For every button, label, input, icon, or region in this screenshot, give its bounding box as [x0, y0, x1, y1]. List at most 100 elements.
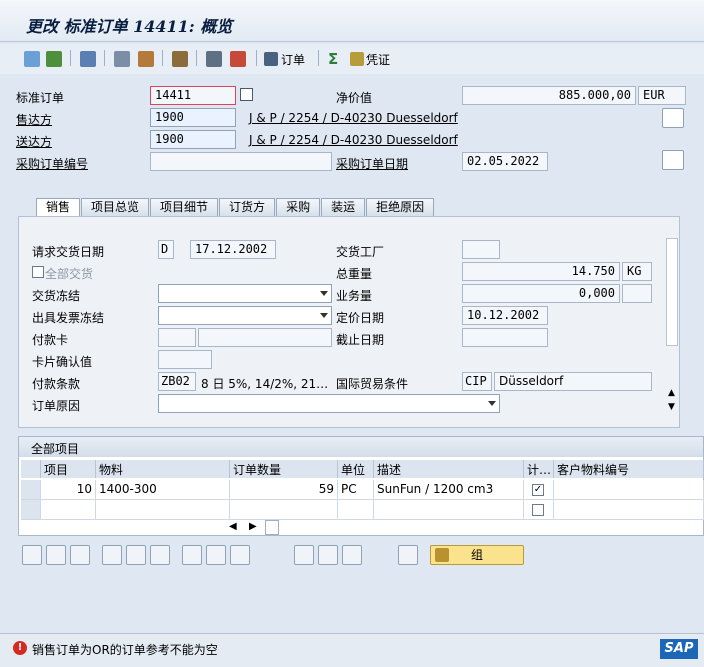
settings-icon[interactable]: [206, 545, 226, 565]
deselect-all-icon[interactable]: [126, 545, 146, 565]
ship-to-field[interactable]: 1900: [150, 130, 236, 149]
table-cell[interactable]: [554, 480, 704, 500]
row-selector[interactable]: [21, 500, 41, 520]
cutoff-field[interactable]: [462, 328, 548, 347]
plant-field[interactable]: [462, 240, 500, 259]
config-icon[interactable]: [182, 545, 202, 565]
sold-to-label[interactable]: 售达方: [16, 111, 52, 128]
row-selector-header[interactable]: [21, 460, 41, 478]
column-header[interactable]: 物料: [96, 460, 230, 478]
column-header[interactable]: 单位: [338, 460, 374, 478]
voucher-button[interactable]: 凭证: [350, 50, 390, 68]
calendar-icon[interactable]: [662, 150, 684, 170]
billing-block-select[interactable]: [158, 306, 332, 325]
po-date-field[interactable]: 02.05.2022: [462, 152, 548, 171]
incoterms-place[interactable]: Düsseldorf: [494, 372, 652, 391]
status-message[interactable]: 销售订单为OR的订单参考不能为空: [32, 641, 218, 658]
table-cell[interactable]: [230, 500, 338, 520]
items-table-title: 全部项目: [19, 437, 703, 457]
panel-scrollbar[interactable]: ▲ ▼: [665, 236, 679, 414]
horizontal-scroll-left-icon[interactable]: ◀: [229, 521, 237, 532]
column-header[interactable]: 描述: [374, 460, 524, 478]
table-cell[interactable]: 1400-300: [96, 480, 230, 500]
payment-card-type[interactable]: [158, 328, 196, 347]
payment-terms-code[interactable]: ZB02: [158, 372, 196, 391]
conditions-icon[interactable]: [294, 545, 314, 565]
column-header[interactable]: 订单数量: [230, 460, 338, 478]
full-delivery-checkbox[interactable]: [32, 266, 44, 278]
item-checkbox[interactable]: [532, 504, 544, 516]
row-selector[interactable]: [21, 480, 41, 500]
req-delivery-unit[interactable]: D: [158, 240, 174, 259]
edit-icon[interactable]: [342, 545, 362, 565]
horizontal-scroll-right-icon[interactable]: ▶: [249, 521, 257, 532]
tab-reason-rejection[interactable]: 拒绝原因: [366, 198, 435, 216]
sold-to-field[interactable]: 1900: [150, 108, 236, 127]
column-header[interactable]: 项目: [41, 460, 96, 478]
table-cell[interactable]: [554, 500, 704, 520]
column-header[interactable]: 客户物料编号: [554, 460, 704, 478]
group-button[interactable]: 组: [430, 545, 524, 565]
volume-unit-field[interactable]: [622, 284, 652, 303]
check-icon[interactable]: [46, 50, 62, 68]
table-cell[interactable]: [338, 500, 374, 520]
table-cell[interactable]: 59: [230, 480, 338, 500]
weight-unit-field[interactable]: KG: [622, 262, 652, 281]
schedule-icon[interactable]: [318, 545, 338, 565]
delete-row-icon[interactable]: [70, 545, 90, 565]
chart-icon[interactable]: [230, 545, 250, 565]
detail-icon[interactable]: [150, 545, 170, 565]
incoterms-code[interactable]: CIP: [462, 372, 492, 391]
cancel-icon[interactable]: [230, 50, 246, 68]
home-icon[interactable]: [172, 50, 188, 68]
partner-icon[interactable]: [114, 50, 130, 68]
volume-field[interactable]: 0,000: [462, 284, 620, 303]
table-cell[interactable]: [41, 500, 96, 520]
sum-icon[interactable]: Σ: [328, 50, 338, 68]
horizontal-scroll-thumb[interactable]: [265, 520, 279, 535]
select-all-icon[interactable]: [102, 545, 122, 565]
tab-ordering-party[interactable]: 订货方: [219, 198, 276, 216]
column-header[interactable]: 计…: [524, 460, 554, 478]
tab-sales[interactable]: 销售: [36, 198, 81, 216]
payment-card-number[interactable]: [198, 328, 332, 347]
tab-shipping[interactable]: 装运: [321, 198, 366, 216]
table-cell[interactable]: [96, 500, 230, 520]
copy-icon[interactable]: [206, 50, 222, 68]
sort-icon[interactable]: [398, 545, 418, 565]
zoom-icon[interactable]: [22, 545, 42, 565]
ship-to-label[interactable]: 送达方: [16, 133, 52, 150]
table-cell[interactable]: 10: [41, 480, 96, 500]
order-reason-select[interactable]: [158, 394, 500, 413]
ship-to-name[interactable]: J & P / 2254 / D-40230 Duesseldorf: [249, 133, 458, 147]
tab-item-overview[interactable]: 项目总览: [81, 198, 150, 216]
order-button[interactable]: 订单: [264, 50, 305, 68]
currency-field[interactable]: EUR: [638, 86, 686, 105]
scroll-down-icon[interactable]: ▼: [668, 402, 675, 412]
item-checkbox-checked[interactable]: ✓: [532, 484, 544, 496]
delivery-block-select[interactable]: [158, 284, 332, 303]
scroll-thumb[interactable]: [666, 238, 678, 346]
pricing-date-field[interactable]: 10.12.2002: [462, 306, 548, 325]
tab-procurement[interactable]: 采购: [276, 198, 321, 216]
display-change-icon[interactable]: [24, 50, 40, 68]
person-icon[interactable]: [138, 50, 154, 68]
tab-item-detail[interactable]: 项目细节: [150, 198, 219, 216]
sold-to-name[interactable]: J & P / 2254 / D-40230 Duesseldorf: [249, 111, 458, 125]
document-icon[interactable]: [662, 108, 684, 128]
table-cell[interactable]: SunFun / 1200 cm3: [374, 480, 524, 500]
card-verif-field[interactable]: [158, 350, 212, 369]
net-value-field[interactable]: 885.000,00: [462, 86, 636, 105]
add-row-icon[interactable]: [46, 545, 66, 565]
table-cell[interactable]: [374, 500, 524, 520]
scroll-up-icon[interactable]: ▲: [668, 388, 675, 398]
header-icon[interactable]: [80, 50, 96, 68]
std-order-field[interactable]: 14411: [150, 86, 236, 105]
req-delivery-label: 请求交货日期: [32, 245, 105, 259]
window-title: 更改 标准订单 14411: 概览: [26, 17, 233, 36]
copy-order-icon[interactable]: [240, 88, 253, 101]
gross-weight-field[interactable]: 14.750: [462, 262, 620, 281]
req-delivery-date[interactable]: 17.12.2002: [190, 240, 276, 259]
table-cell[interactable]: PC: [338, 480, 374, 500]
po-number-field[interactable]: [150, 152, 332, 171]
